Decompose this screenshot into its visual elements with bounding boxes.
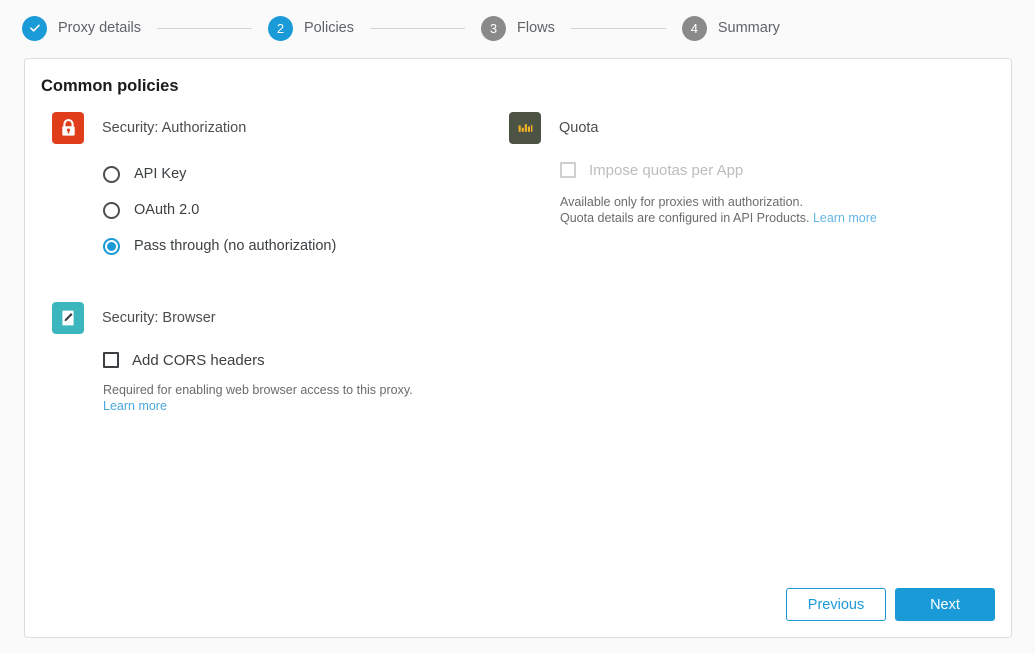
quota-header: Quota (509, 112, 985, 144)
step-4-label: Summary (718, 20, 780, 36)
browser-options: Add CORS headers Required for enabling w… (52, 346, 505, 414)
left-column: Security: Authorization API Key OAuth 2.… (25, 112, 505, 414)
step-2-label: Policies (304, 20, 354, 36)
quota-title: Quota (559, 120, 599, 136)
radio-oauth[interactable] (103, 202, 120, 219)
radio-pass-through[interactable] (103, 238, 120, 255)
document-pencil-icon-glyph (58, 308, 78, 328)
policy-security-authorization: Security: Authorization API Key OAuth 2.… (52, 112, 505, 264)
step-1-badge (22, 16, 47, 41)
step-3-label: Flows (517, 20, 555, 36)
policy-security-browser: Security: Browser Add CORS headers Requi… (52, 302, 505, 414)
quota-options: Impose quotas per App Available only for… (509, 156, 985, 226)
lock-icon (52, 112, 84, 144)
checkbox-add-cors-headers-label: Add CORS headers (132, 352, 265, 369)
authorization-header: Security: Authorization (52, 112, 505, 144)
browser-helper-text: Required for enabling web browser access… (103, 382, 505, 414)
radio-api-key[interactable] (103, 166, 120, 183)
quota-helper-line-2: Quota details are configured in API Prod… (560, 211, 809, 225)
step-connector-1 (157, 28, 252, 29)
wizard-stepper: Proxy details 2 Policies 3 Flows 4 Summa… (0, 0, 1035, 56)
radio-option-oauth[interactable]: OAuth 2.0 (103, 192, 505, 228)
step-summary[interactable]: 4 Summary (682, 16, 780, 41)
browser-learn-more-link[interactable]: Learn more (103, 399, 167, 413)
step-flows[interactable]: 3 Flows (481, 16, 555, 41)
check-icon (29, 22, 41, 34)
checkbox-impose-quotas-per-app-label: Impose quotas per App (589, 162, 743, 179)
card-footer: Previous Next (786, 588, 995, 621)
previous-button[interactable]: Previous (786, 588, 886, 621)
policy-quota: Quota Impose quotas per App Available on… (509, 112, 985, 226)
radio-option-api-key[interactable]: API Key (103, 156, 505, 192)
browser-helper-line: Required for enabling web browser access… (103, 383, 413, 397)
lock-icon-glyph (59, 118, 78, 138)
checkbox-add-cors-headers[interactable] (103, 352, 119, 368)
checkbox-row-impose-quotas: Impose quotas per App (560, 156, 985, 184)
quota-helper-line-1: Available only for proxies with authoriz… (560, 195, 803, 209)
quota-helper-text: Available only for proxies with authoriz… (560, 194, 985, 226)
bar-chart-icon (509, 112, 541, 144)
radio-pass-through-label: Pass through (no authorization) (134, 238, 336, 254)
browser-title: Security: Browser (102, 310, 216, 326)
radio-option-pass-through[interactable]: Pass through (no authorization) (103, 228, 505, 264)
bar-chart-icon-glyph (515, 118, 535, 138)
step-3-badge: 3 (481, 16, 506, 41)
step-policies[interactable]: 2 Policies (268, 16, 354, 41)
authorization-options: API Key OAuth 2.0 Pass through (no autho… (52, 156, 505, 264)
next-button[interactable]: Next (895, 588, 995, 621)
step-proxy-details[interactable]: Proxy details (22, 16, 141, 41)
right-column: Quota Impose quotas per App Available on… (505, 112, 985, 414)
step-connector-2 (370, 28, 465, 29)
radio-oauth-label: OAuth 2.0 (134, 202, 199, 218)
radio-api-key-label: API Key (134, 166, 186, 182)
checkbox-row-cors[interactable]: Add CORS headers (103, 346, 505, 374)
step-2-badge: 2 (268, 16, 293, 41)
browser-header: Security: Browser (52, 302, 505, 334)
common-policies-card: Common policies Security: Authorization (24, 58, 1012, 638)
page-title: Common policies (41, 77, 1011, 96)
checkbox-impose-quotas-per-app (560, 162, 576, 178)
authorization-title: Security: Authorization (102, 120, 246, 136)
step-connector-3 (571, 28, 666, 29)
document-pencil-icon (52, 302, 84, 334)
policies-columns: Security: Authorization API Key OAuth 2.… (25, 112, 1011, 414)
quota-learn-more-link[interactable]: Learn more (813, 211, 877, 225)
step-4-badge: 4 (682, 16, 707, 41)
step-1-label: Proxy details (58, 20, 141, 36)
